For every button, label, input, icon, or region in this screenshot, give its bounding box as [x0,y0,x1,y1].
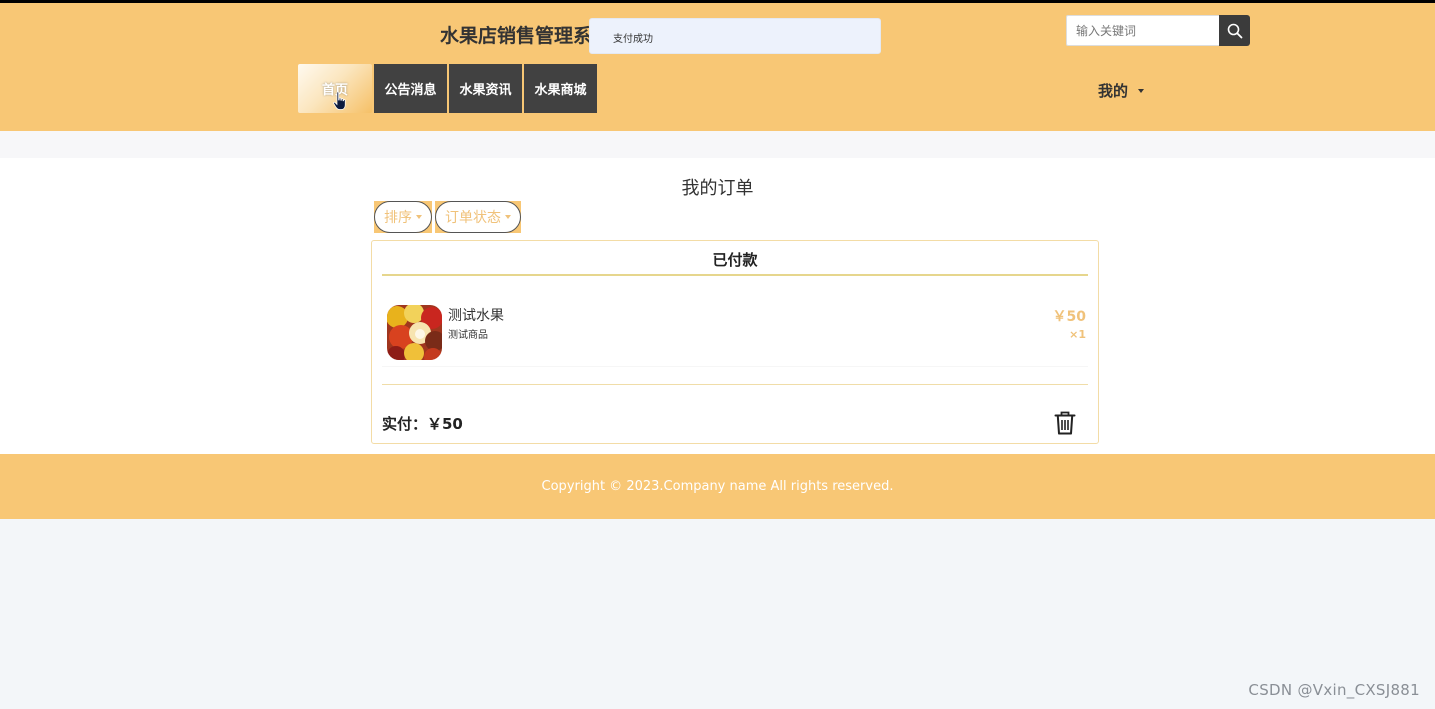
amount-paid: 实付：￥50 [382,415,463,433]
product-image [387,305,442,360]
product-name: 测试水果 [448,308,504,324]
product-price: ￥50 [1052,309,1086,325]
nav-item-announcements[interactable]: 公告消息 [374,64,447,113]
chevron-down-icon [1138,88,1145,93]
product-quantity: ×1 [1069,328,1086,341]
toast-message: 支付成功 [589,18,881,54]
search-input[interactable] [1066,15,1219,46]
mine-dropdown[interactable]: 我的 [1098,80,1145,101]
hand-cursor-icon [333,91,346,110]
copyright-text: Copyright © 2023.Company name All rights… [541,479,894,494]
main-nav: 首页 公告消息 水果资讯 水果商城 [298,64,597,113]
order-status-heading: 已付款 [382,249,1088,276]
order-item-row[interactable]: 测试水果 测试商品 ￥50 ×1 [382,297,1088,367]
mine-label: 我的 [1098,82,1129,100]
delete-order-button[interactable] [1054,411,1076,439]
sort-dropdown[interactable]: 排序 [374,201,432,233]
search-icon [1227,23,1242,38]
order-filters: 排序 订单状态 [374,201,521,233]
order-status-label: 订单状态 [445,210,501,226]
watermark: CSDN @Vxin_CXSJ881 [1248,681,1420,699]
order-status-dropdown[interactable]: 订单状态 [435,201,521,233]
main-content: 我的订单 排序 订单状态 已付款 测试水果 测试商品 ￥50 ×1 实付：￥50 [0,158,1435,454]
order-divider [382,384,1088,385]
product-description: 测试商品 [448,330,488,341]
header-spacer [0,131,1435,158]
nav-item-home[interactable]: 首页 [298,64,372,113]
chevron-down-icon [505,215,511,219]
nav-item-fruit-mall[interactable]: 水果商城 [524,64,597,113]
chevron-down-icon [416,215,422,219]
site-title: 水果店销售管理系 [440,25,593,47]
sort-dropdown-pill: 排序 [374,201,432,233]
search-button[interactable] [1219,15,1250,46]
search-bar [1066,15,1250,46]
page-title: 我的订单 [681,178,754,199]
sort-label: 排序 [384,210,412,226]
trash-icon [1054,411,1076,435]
order-card: 已付款 测试水果 测试商品 ￥50 ×1 实付：￥50 [371,240,1099,444]
site-footer: Copyright © 2023.Company name All rights… [0,454,1435,519]
nav-item-fruit-news[interactable]: 水果资讯 [449,64,522,113]
order-status-dropdown-pill: 订单状态 [435,201,521,233]
